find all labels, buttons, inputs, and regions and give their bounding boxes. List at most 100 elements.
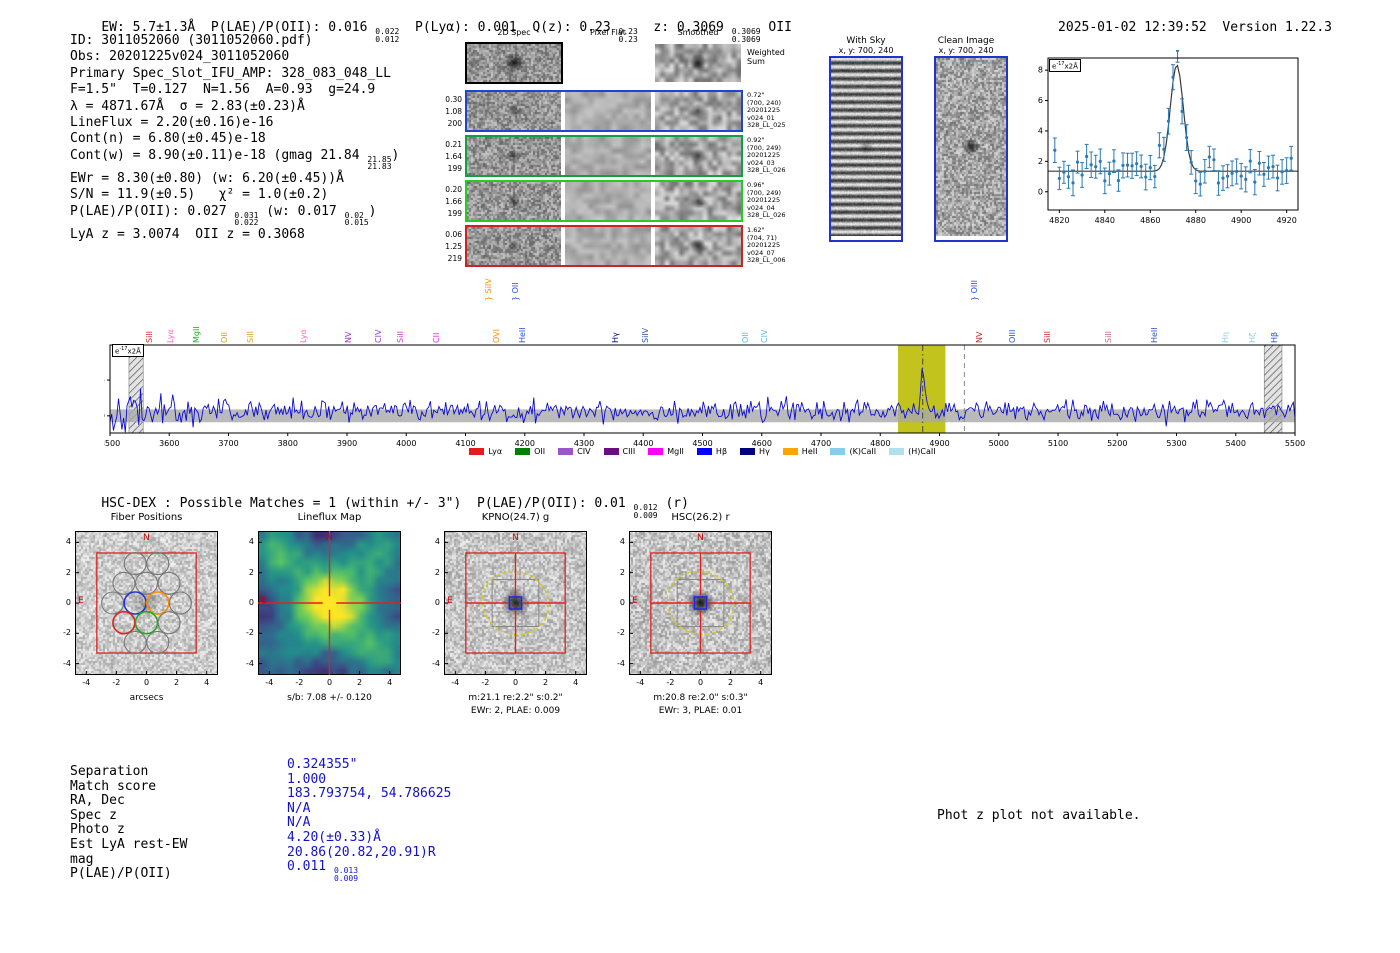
pixel-flat-image (565, 137, 651, 175)
data-point (1203, 169, 1207, 173)
emission-line-label: Lyα (165, 329, 175, 343)
data-point (1180, 109, 1184, 113)
x-tick-label: 4 (387, 678, 393, 687)
panel-xlabel: arcsecs (129, 693, 164, 703)
emission-line-label: } SiIV (484, 278, 493, 301)
emission-line-label: Lyα (299, 329, 309, 343)
spec2d-image (465, 42, 563, 84)
x-tick-label: 4860 (1140, 216, 1160, 225)
emission-line-label: OVI (492, 329, 502, 343)
kpno-g-panel: KPNO(24.7) g m:21.1 re:2.2" s:0.2" EWr: … (432, 512, 587, 716)
data-point (1280, 170, 1284, 174)
x-tick-label: 0 (697, 678, 704, 687)
x-tick-label: 0 (143, 678, 150, 687)
legend-label: (K)CaII (849, 447, 877, 456)
smoothed-image (655, 44, 741, 82)
legend-swatch (515, 448, 531, 455)
with-sky-panel (829, 56, 903, 242)
fiber-circle (112, 610, 136, 635)
y-tick-label: -4 (246, 658, 254, 668)
compass-east-label: E (447, 596, 453, 606)
x-tick-label: 2 (357, 678, 363, 687)
info-line-ewr: EWr = 8.30(±0.80) (w: 6.20(±0.45))Å (70, 170, 344, 186)
y-tick-label: -4 (63, 658, 71, 668)
fiber-weights: 0.06 1.25 219 (445, 230, 462, 263)
fiber-circle (134, 571, 159, 595)
data-point (1085, 154, 1089, 159)
with-sky-image (831, 58, 901, 236)
x-tick-label: -2 (481, 678, 490, 687)
pixel-flat-image (565, 44, 651, 82)
spectrum-legend: Lyα OII CIV CIII MgII Hβ Hγ HeII (K)CaII (H)CaII (110, 447, 1295, 456)
table-row: Spec z N/A (70, 800, 311, 823)
smoothed-image (655, 182, 741, 220)
y-tick-label: 2 (65, 567, 71, 577)
emission-line-label: OIII (1007, 329, 1017, 343)
catalog-position-box (693, 596, 708, 610)
smoothed-image (655, 227, 741, 265)
legend-swatch (558, 448, 574, 455)
data-point (1112, 159, 1116, 163)
fiber-circle (112, 571, 136, 595)
elixer-detection-report: EW: 5.7±1.3Å P(LAE)/P(OII): 0.016 0.022 0… (0, 0, 1400, 953)
spec2d-image (467, 182, 561, 220)
table-row: Photo z N/A (70, 815, 311, 838)
data-point (1194, 179, 1198, 183)
legend-item: Hγ (740, 447, 770, 456)
emission-line-label: SiII (1043, 330, 1053, 343)
y-tick-label: 0 (65, 598, 71, 607)
data-point (1094, 165, 1098, 169)
spectrum-unit-label: e-17x2Å (112, 344, 144, 358)
emission-line-label: OII (741, 331, 751, 343)
spec2d-row (465, 225, 743, 267)
table-row: mag 20.86(20.82,20.91)R (70, 844, 436, 867)
emission-line-label: HeII (1149, 327, 1159, 343)
data-point (1162, 147, 1166, 151)
spec2d-image (467, 137, 561, 175)
spec2d-image (467, 92, 561, 130)
x-tick-label: 4820 (1049, 216, 1069, 225)
fiber-circle (134, 610, 159, 635)
kpno-g-overlay (444, 531, 587, 675)
y-tick-label: 0 (248, 598, 254, 607)
line-fit-plot: 4820 4840 4860 4880 4900 4920 0 2 4 6 8 (1038, 50, 1299, 225)
info-line-contn: Cont(n) = 6.80(±0.45)e-18 (70, 131, 266, 147)
info-line-plae: P(LAE)/P(OII): 0.027 0.031 0.022 (w: 0.01… (70, 203, 377, 228)
info-line-id: ID: 3011052060 (3011052060.pdf) (70, 33, 313, 48)
panel-xlabel: m:21.1 re:2.2" s:0.2" (468, 693, 563, 703)
pixel-flat-image (565, 227, 651, 265)
spec2d-block: 2D Spec Pixel Flat Smoothed Weighted Sum… (443, 28, 808, 278)
emission-line-label: MgII (191, 326, 201, 343)
detection-info-block: ID: 3011052060 (3011052060.pdf) Obs: 202… (70, 33, 399, 243)
x-tick-label: -2 (295, 678, 304, 687)
legend-item: CIII (603, 447, 635, 456)
data-point (1057, 176, 1061, 181)
info-line-ifu: Primary Spec_Slot_IFU_AMP: 328_083_048_L… (70, 65, 391, 81)
hscdex-summary: HSC-DEX : Possible Matches = 1 (within +… (101, 496, 689, 520)
data-point (1189, 160, 1193, 164)
data-point (1053, 148, 1057, 152)
x-tick-label: -4 (265, 678, 274, 687)
data-point (1262, 172, 1266, 176)
data-point (1171, 75, 1175, 79)
timestamp-version: 2025-01-02 12:39:52 Version 1.22.3 (1027, 4, 1332, 53)
y-tick-label: 4 (248, 537, 254, 547)
data-point (1175, 50, 1180, 52)
emission-line-label: CIV (374, 329, 384, 343)
y-tick-label: 6 (1038, 96, 1043, 105)
compass-east-label: E (78, 596, 84, 606)
fiber-positions-panel: Fiber Positions arcsecs -4 -4 -2 -2 0 0 2 2 4 4 N E (63, 512, 218, 703)
spec2d-row (465, 90, 743, 132)
data-point (1271, 164, 1275, 169)
data-point (1216, 181, 1221, 185)
fiber-circle (123, 630, 147, 654)
panel-xlabel2: EWr: 3, PLAE: 0.01 (658, 706, 743, 716)
fiber-annotation: 1.62" (704, 71) 20201225 v024_07 328_LL_… (747, 226, 786, 265)
data-point (1080, 173, 1084, 177)
version-label: Version 1.22.3 (1222, 20, 1332, 36)
info-line-redshifts: LyA z = 3.0074 OII z = 0.3068 (70, 226, 305, 242)
y-tick-label: 4 (619, 537, 625, 547)
emission-line-label: NV (975, 331, 985, 343)
legend-label: (H)CaII (908, 447, 936, 456)
data-point (1135, 162, 1139, 166)
